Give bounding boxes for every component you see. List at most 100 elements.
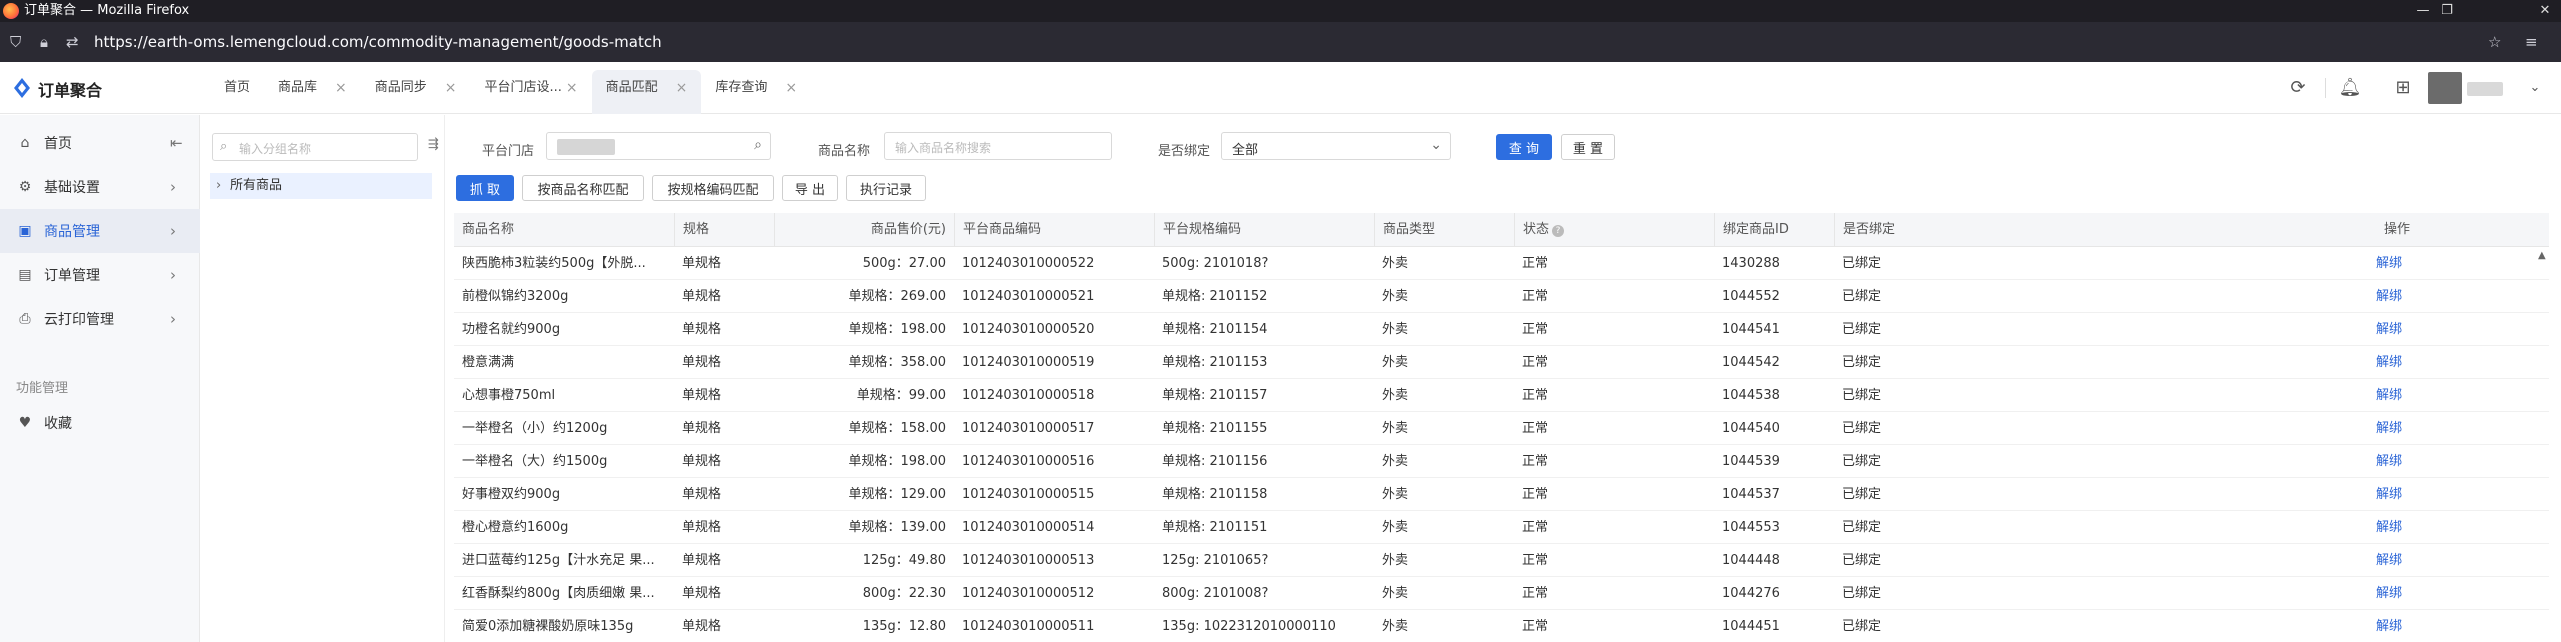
cell-spec-code: 500g: 2101018? [1162,256,1269,271]
unbind-link[interactable]: 解绑 [2376,247,2436,280]
table-row[interactable]: 红香酥梨约800g【肉质细嫩 果... 单规格 800g：22.30 10124030… [454,577,2549,610]
tab-close-icon[interactable]: × [445,70,457,106]
chevron-right-icon: › [170,222,176,240]
sidebar-item-basic-settings[interactable]: ⚙ 基础设置 › [0,165,200,209]
tab-home[interactable]: 首页 [210,70,264,114]
table-row[interactable]: 橙心橙意约1600g 单规格 单规格：139.00 1012403010000514 单… [454,511,2549,544]
sidebar-item-order-management[interactable]: ▤ 订单管理 › [0,253,200,297]
store-value-redacted [557,139,615,155]
cell-bound-id: 1044540 [1722,421,1780,436]
tab-inventory[interactable]: 库存查询 × [701,70,811,114]
app-menu-icon[interactable]: ≡ [2525,32,2538,52]
search-icon[interactable]: ⌕ [754,137,762,153]
status-header-label: 状态 [1523,222,1550,237]
tree-node-all-products[interactable]: › 所有商品 [210,173,432,199]
cell-type: 外卖 [1382,256,1409,271]
cell-bound-id: 1044553 [1722,520,1780,535]
unbind-link[interactable]: 解绑 [2376,610,2436,642]
sidebar-item-home[interactable]: ⌂ 首页 ⇤ [0,121,200,165]
cell-status: 正常 [1522,355,1549,370]
refresh-icon[interactable]: ⟳ [2286,76,2310,100]
match-by-name-button[interactable]: 按商品名称匹配 [522,175,644,201]
unbind-link[interactable]: 解绑 [2376,280,2436,313]
tree-expand-icon[interactable]: ⇶ [428,137,439,152]
collapse-sidebar-icon[interactable]: ⇤ [170,134,183,152]
unbind-link[interactable]: 解绑 [2376,379,2436,412]
fetch-button[interactable]: 抓 取 [456,175,514,201]
apps-grid-icon[interactable]: ⊞ [2391,76,2415,100]
group-search-placeholder: 输入分组名称 [239,142,312,156]
cell-platform-code: 1012403010000522 [962,256,1095,271]
cell-bound: 已绑定 [1842,421,1882,436]
match-by-spec-code-button[interactable]: 按规格编码匹配 [652,175,774,201]
table-row[interactable]: 橙意满满 单规格 单规格：358.00 1012403010000519 单规格: 21… [454,346,2549,379]
store-select[interactable]: ⌕ [546,132,771,160]
unbind-link[interactable]: 解绑 [2376,445,2436,478]
table-row[interactable]: 简爱0添加糖裸酸奶原味135g 单规格 135g：12.80 101240301000… [454,610,2549,642]
tab-close-icon[interactable]: × [676,70,688,106]
tab-store-settings[interactable]: 平台门店设... × [471,70,592,114]
product-name-input[interactable]: 输入商品名称搜索 [884,132,1112,160]
app-name: 订单聚合 [38,81,103,100]
table-row[interactable]: 进口蓝莓约125g【汁水充足 果... 单规格 125g：49.80 10124030… [454,544,2549,577]
cell-product-name: 好事橙双约900g [462,487,561,502]
scroll-up-arrow-icon[interactable]: ▲ [2538,250,2546,261]
execution-records-button[interactable]: 执行记录 [846,175,926,201]
cell-status: 正常 [1522,421,1549,436]
unbind-link[interactable]: 解绑 [2376,544,2436,577]
unbind-link[interactable]: 解绑 [2376,412,2436,445]
shield-icon[interactable]: ⛉ [10,32,21,52]
cell-bound-id: 1044448 [1722,553,1780,568]
unbind-link[interactable]: 解绑 [2376,478,2436,511]
unbind-link[interactable]: 解绑 [2376,511,2436,544]
cell-platform-code: 1012403010000516 [962,454,1095,469]
sidebar-item-cloud-print[interactable]: ⎙ 云打印管理 › [0,297,200,341]
tab-close-icon[interactable]: × [335,70,347,106]
sidebar-item-favorites[interactable]: ♥ 收藏 [0,401,200,445]
box-icon: ▣ [18,223,32,239]
table-row[interactable]: 好事橙双约900g 单规格 单规格：129.00 1012403010000515 单规… [454,478,2549,511]
tab-close-icon[interactable]: × [785,70,797,106]
chevron-down-icon[interactable]: ⌄ [2523,76,2547,100]
group-search-input[interactable]: ⌕ 输入分组名称 [212,133,418,161]
heart-icon: ♥ [18,415,32,431]
cell-price: 单规格：139.00 [848,520,947,535]
product-name-label: 商品名称 [818,144,871,159]
tab-close-icon[interactable]: × [566,70,578,106]
avatar[interactable] [2428,72,2462,104]
bell-icon[interactable]: 🔔︎ [2338,76,2362,100]
reset-button[interactable]: 重 置 [1561,134,1615,160]
cell-product-name: 进口蓝莓约125g【汁水充足 果... [462,553,655,568]
query-button[interactable]: 查 询 [1496,134,1552,160]
unbind-link[interactable]: 解绑 [2376,313,2436,346]
export-button[interactable]: 导 出 [782,175,838,201]
unbind-link[interactable]: 解绑 [2376,346,2436,379]
chevron-right-icon[interactable]: › [216,173,221,199]
lock-icon[interactable]: 🔒︎ [40,32,48,52]
cell-spec: 单规格 [682,289,722,304]
unbind-link[interactable]: 解绑 [2376,577,2436,610]
tab-goods-match[interactable]: 商品匹配 × [591,70,702,114]
header-divider [2325,78,2326,98]
help-icon[interactable]: ? [1552,225,1565,237]
cell-bound: 已绑定 [1842,454,1882,469]
bookmark-star-icon[interactable]: ☆ [2488,32,2501,52]
permissions-icon[interactable]: ⇄ [66,32,79,52]
cell-bound: 已绑定 [1842,355,1882,370]
restore-icon[interactable]: ❐ [2432,0,2462,22]
tab-product-sync[interactable]: 商品同步 × [361,70,471,114]
close-window-icon[interactable]: ✕ [2530,0,2560,22]
bound-select[interactable]: 全部 ⌄ [1221,132,1451,160]
sidebar-item-product-management[interactable]: ▣ 商品管理 › [0,209,200,253]
cell-bound-id: 1430288 [1722,256,1780,271]
table-row[interactable]: 心想事橙750ml 单规格 单规格：99.00 1012403010000518 单规格… [454,379,2549,412]
table-row[interactable]: 前橙似锦约3200g 单规格 单规格：269.00 1012403010000521 单… [454,280,2549,313]
table-row[interactable]: 功橙名就约900g 单规格 单规格：198.00 1012403010000520 单规… [454,313,2549,346]
cell-type: 外卖 [1382,355,1409,370]
url-field[interactable]: https://earth-oms.lemengcloud.com/commod… [94,32,662,52]
tab-product-library[interactable]: 商品库 × [264,70,361,114]
table-row[interactable]: 陕西脆柿3粒装约500g【外脱... 单规格 500g：27.00 101240301… [454,247,2549,280]
table-row[interactable]: 一举橙名（小）约1200g 单规格 单规格：158.00 10124030100005… [454,412,2549,445]
table-row[interactable]: 一举橙名（大）约1500g 单规格 单规格：198.00 10124030100005… [454,445,2549,478]
cell-bound: 已绑定 [1842,388,1882,403]
